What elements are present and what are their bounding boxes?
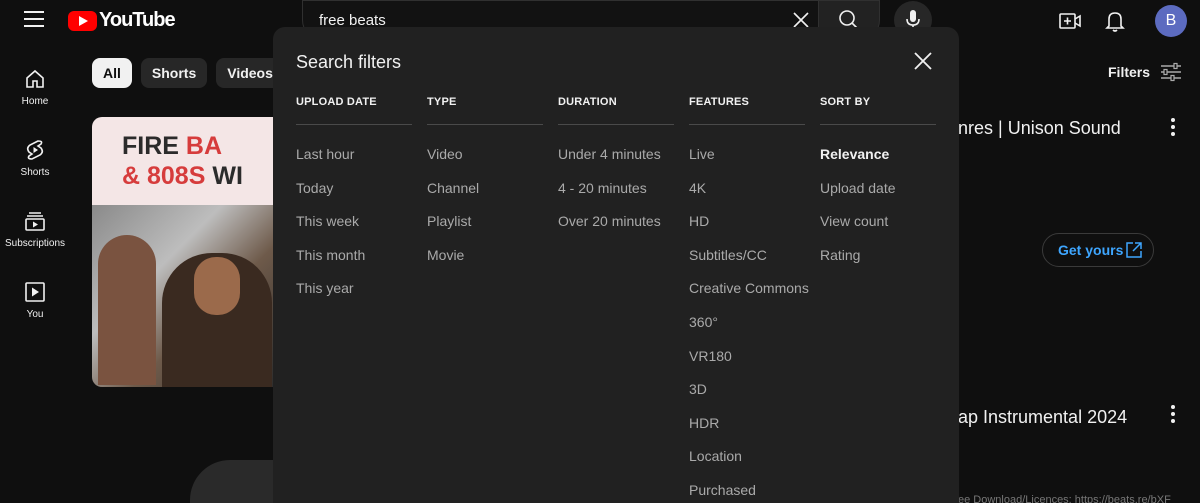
filter-option[interactable]: This year bbox=[296, 280, 412, 314]
sidebar-item-label: You bbox=[26, 309, 44, 320]
search-filters-dialog: Search filters UPLOAD DATE Last hour Tod… bbox=[273, 27, 959, 503]
thumbnail-figure bbox=[98, 235, 156, 385]
thumbnail-face bbox=[194, 257, 240, 315]
filter-option[interactable]: Live bbox=[689, 146, 805, 180]
thumbnail-text-part: FIRE bbox=[122, 132, 186, 160]
filter-group-heading: UPLOAD DATE bbox=[296, 95, 412, 125]
dialog-title: Search filters bbox=[296, 52, 402, 72]
filter-option[interactable]: VR180 bbox=[689, 348, 805, 382]
filter-option[interactable]: Rating bbox=[820, 247, 936, 281]
filter-option[interactable]: Last hour bbox=[296, 146, 412, 180]
filter-option[interactable]: Movie bbox=[427, 247, 543, 281]
filter-options: Last hour Today This week This month Thi… bbox=[296, 125, 412, 314]
filters-label: Filters bbox=[1108, 64, 1151, 80]
sidebar-item-label: Subscriptions bbox=[4, 238, 66, 249]
filter-option-selected[interactable]: Relevance bbox=[820, 146, 936, 180]
home-icon bbox=[26, 69, 44, 88]
filter-group-sort-by: SORT BY Relevance Upload date View count… bbox=[820, 95, 936, 280]
filter-option[interactable]: Channel bbox=[427, 180, 543, 214]
thumbnail-text-part: & 808S bbox=[122, 162, 213, 190]
filter-chips: All Shorts Videos bbox=[92, 58, 293, 88]
notifications-icon[interactable] bbox=[1103, 9, 1127, 33]
sidebar-item-subscriptions[interactable]: Subscriptions bbox=[0, 198, 70, 269]
filter-option[interactable]: Upload date bbox=[820, 180, 936, 214]
filter-group-type: TYPE Video Channel Playlist Movie bbox=[427, 95, 543, 280]
filter-group-heading: DURATION bbox=[558, 95, 674, 125]
youtube-logo[interactable]: YouTube bbox=[68, 9, 176, 32]
sidebar-item-label: Home bbox=[21, 96, 49, 107]
filter-option[interactable]: Under 4 minutes bbox=[558, 146, 674, 180]
video-title[interactable]: nres | Unison Sound bbox=[958, 118, 1121, 139]
youtube-logo-icon bbox=[68, 10, 97, 31]
filters-button[interactable]: Filters bbox=[1108, 62, 1182, 82]
sidebar: Home Shorts Subscriptions You bbox=[0, 56, 70, 340]
get-yours-label: Get yours bbox=[1058, 242, 1124, 258]
filter-option[interactable]: This month bbox=[296, 247, 412, 281]
sliders-icon bbox=[1161, 62, 1182, 82]
filter-options: Under 4 minutes 4 - 20 minutes Over 20 m… bbox=[558, 125, 674, 247]
thumbnail-text-part: BA bbox=[185, 132, 223, 160]
video-thumbnail-2[interactable] bbox=[190, 460, 282, 503]
filter-option[interactable]: This week bbox=[296, 213, 412, 247]
external-link-icon bbox=[1126, 242, 1142, 258]
shorts-icon bbox=[26, 140, 44, 160]
filter-option[interactable]: Purchased bbox=[689, 482, 805, 503]
thumbnail-banner: FIRE BA & 808S WI bbox=[92, 117, 282, 205]
filter-group-heading: SORT BY bbox=[820, 95, 936, 125]
filter-option[interactable]: 360° bbox=[689, 314, 805, 348]
filter-option[interactable]: HD bbox=[689, 213, 805, 247]
filter-options: Video Channel Playlist Movie bbox=[427, 125, 543, 280]
more-actions-icon[interactable] bbox=[1171, 405, 1175, 423]
sidebar-item-home[interactable]: Home bbox=[0, 56, 70, 127]
video-description: ee Download/Licences: https://beats.re/b… bbox=[958, 494, 1171, 503]
more-actions-icon[interactable] bbox=[1171, 118, 1175, 136]
filter-option[interactable]: View count bbox=[820, 213, 936, 247]
filter-options: Relevance Upload date View count Rating bbox=[820, 125, 936, 280]
menu-icon[interactable] bbox=[24, 11, 44, 29]
avatar[interactable]: B bbox=[1155, 5, 1187, 37]
filter-option[interactable]: HDR bbox=[689, 415, 805, 449]
filter-option[interactable]: Video bbox=[427, 146, 543, 180]
thumbnail-text: FIRE BA & 808S WI bbox=[122, 131, 243, 191]
thumbnail-image bbox=[92, 205, 282, 387]
filter-option[interactable]: Location bbox=[689, 448, 805, 482]
filter-option[interactable]: 4 - 20 minutes bbox=[558, 180, 674, 214]
video-title[interactable]: ap Instrumental 2024 bbox=[958, 407, 1127, 428]
close-icon[interactable] bbox=[911, 49, 935, 73]
filter-option[interactable]: 3D bbox=[689, 381, 805, 415]
filter-options: Live 4K HD Subtitles/CC Creative Commons… bbox=[689, 125, 809, 503]
filter-option[interactable]: 4K bbox=[689, 180, 805, 214]
filter-option[interactable]: Playlist bbox=[427, 213, 543, 247]
chip-all[interactable]: All bbox=[92, 58, 132, 88]
sidebar-item-you[interactable]: You bbox=[0, 269, 70, 340]
filter-option[interactable]: Today bbox=[296, 180, 412, 214]
sidebar-item-label: Shorts bbox=[20, 167, 50, 178]
filter-group-heading: TYPE bbox=[427, 95, 543, 125]
chip-shorts[interactable]: Shorts bbox=[140, 58, 208, 88]
get-yours-button[interactable]: Get yours bbox=[1042, 233, 1154, 267]
thumbnail-text-part: WI bbox=[212, 162, 243, 190]
filter-group-features: FEATURES Live 4K HD Subtitles/CC Creativ… bbox=[689, 95, 809, 503]
filter-option[interactable]: Creative Commons bbox=[689, 280, 809, 314]
you-icon bbox=[25, 282, 45, 302]
sidebar-item-shorts[interactable]: Shorts bbox=[0, 127, 70, 198]
subscriptions-icon bbox=[25, 212, 45, 231]
filter-group-heading: FEATURES bbox=[689, 95, 805, 125]
filter-group-duration: DURATION Under 4 minutes 4 - 20 minutes … bbox=[558, 95, 674, 247]
video-thumbnail[interactable]: FIRE BA & 808S WI bbox=[92, 117, 282, 387]
filter-group-upload-date: UPLOAD DATE Last hour Today This week Th… bbox=[296, 95, 412, 314]
filter-option[interactable]: Over 20 minutes bbox=[558, 213, 674, 247]
filter-option[interactable]: Subtitles/CC bbox=[689, 247, 805, 281]
create-icon[interactable] bbox=[1058, 9, 1082, 33]
logo-text: YouTube bbox=[99, 9, 176, 31]
